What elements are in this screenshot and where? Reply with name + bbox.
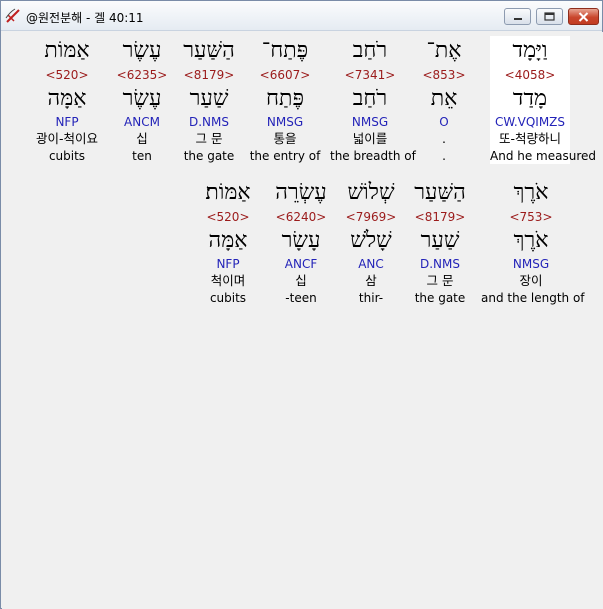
word-cell[interactable]: אַמּוֹת׃ <520> אַמָּה NFP 척이며 cubits xyxy=(188,178,268,306)
lemma-word: אֹרֶךְ xyxy=(513,228,549,253)
korean-gloss: 삼 xyxy=(365,273,377,288)
korean-gloss: 십 xyxy=(295,273,307,288)
title-bar[interactable]: @원전분해 - 겔 40:11 xyxy=(1,1,602,31)
lemma-word: אַמָּה xyxy=(208,228,248,253)
word-cell[interactable]: רֹחַב <7341> רֹחַב NMSG 넓이를 the breadth … xyxy=(330,36,416,164)
strong-number[interactable]: <7969> xyxy=(331,208,411,226)
close-icon xyxy=(578,11,589,22)
morph-code: ANCF xyxy=(284,257,318,271)
lemma-word: פֶּתַח xyxy=(266,86,304,111)
morph-code: ANC xyxy=(358,257,384,271)
korean-gloss: 통을 xyxy=(273,131,297,146)
lemma-word: אַמָּה xyxy=(47,86,87,111)
english-gloss: ten xyxy=(132,149,152,163)
app-window: @원전분해 - 겔 40:11 וַיָּמָד <4058> מָדַד CW… xyxy=(0,0,603,609)
hebrew-word: עֶשְׂרֵה xyxy=(275,180,327,205)
korean-gloss: 광이-척이요 xyxy=(35,131,98,146)
lemma-word: עֶשֶׂר xyxy=(122,86,162,111)
english-gloss: And he measured xyxy=(490,149,597,163)
app-icon xyxy=(5,8,21,24)
english-gloss: cubits xyxy=(209,291,247,305)
morph-code: O xyxy=(439,115,449,129)
english-gloss: the breadth of xyxy=(330,149,416,163)
hebrew-word: עֶשֶׂר xyxy=(122,38,162,63)
hebrew-word: וַיָּמָד xyxy=(512,38,548,63)
korean-gloss: 또-척량하니 xyxy=(498,131,561,146)
hebrew-word: אֶת־ xyxy=(426,38,462,63)
morph-code: NMSG xyxy=(512,257,550,271)
strong-number[interactable]: <6235> xyxy=(102,66,182,84)
word-cell[interactable]: הַשַּׁעַר <8179> שַׁעַר D.NMS 그 문 the ga… xyxy=(400,178,480,306)
lemma-word: שַׁעַר xyxy=(420,228,460,253)
word-cell[interactable]: וַיָּמָד <4058> מָדַד CW.VQIMZS 또-척량하니 A… xyxy=(490,36,597,164)
strong-number[interactable]: <6240> xyxy=(261,208,341,226)
lemma-word: שָׁלֹשׁ xyxy=(350,228,392,253)
hebrew-word: פֶּתַח־ xyxy=(261,38,309,63)
word-cell[interactable]: פֶּתַח־ <6607> פֶּתַח NMSG 통을 the entry … xyxy=(245,36,325,164)
morph-code: NFP xyxy=(216,257,240,271)
window-title: @원전분해 - 겔 40:11 xyxy=(26,11,144,25)
english-gloss: thir- xyxy=(358,291,384,305)
minimize-button[interactable] xyxy=(504,8,531,25)
english-gloss: cubits xyxy=(48,149,86,163)
morph-code: ANCM xyxy=(124,115,160,129)
word-cell[interactable]: עֶשֶׂר <6235> עֶשֶׂר ANCM 십 ten xyxy=(102,36,182,164)
morph-code: D.NMS xyxy=(419,257,460,271)
korean-gloss: 넓이를 xyxy=(352,131,388,146)
morph-code: CW.VQIMZS xyxy=(494,115,566,129)
word-cell[interactable]: שְׁלוֹשׁ <7969> שָׁלֹשׁ ANC 삼 thir- xyxy=(331,178,411,306)
maximize-icon xyxy=(544,12,555,21)
strong-number[interactable]: <520> xyxy=(188,208,268,226)
word-cell[interactable]: אֶת־ <853> אֵת O . . xyxy=(404,36,484,164)
english-gloss: and the length of xyxy=(481,291,585,305)
hebrew-word: הַשַּׁעַר xyxy=(414,180,466,205)
strong-number[interactable]: <753> xyxy=(481,208,581,226)
maximize-button[interactable] xyxy=(536,8,563,25)
hebrew-word: שְׁלוֹשׁ xyxy=(347,180,395,205)
morph-code: NMSG xyxy=(266,115,304,129)
english-gloss: the entry of xyxy=(249,149,321,163)
strong-number[interactable]: <520> xyxy=(27,66,107,84)
hebrew-word: רֹחַב xyxy=(352,38,388,63)
korean-gloss: 그 문 xyxy=(426,273,454,288)
close-button[interactable] xyxy=(568,8,599,25)
korean-gloss: 장이 xyxy=(519,273,543,288)
english-gloss: the gate xyxy=(414,291,466,305)
interlinear-panel: וַיָּמָד <4058> מָדַד CW.VQIMZS 또-척량하니 A… xyxy=(2,32,603,609)
english-gloss: -teen xyxy=(285,291,317,305)
word-cell[interactable]: עֶשְׂרֵה <6240> עָשָׂר ANCF 십 -teen xyxy=(261,178,341,306)
hebrew-word: אֹרֶךְ xyxy=(513,180,549,205)
korean-gloss: 척이며 xyxy=(210,273,246,288)
minimize-icon xyxy=(513,17,522,20)
lemma-word: מָדַד xyxy=(512,86,548,111)
english-gloss: . xyxy=(442,149,446,163)
lemma-word: אֵת xyxy=(430,86,458,111)
korean-gloss: . xyxy=(442,131,446,146)
strong-number[interactable]: <4058> xyxy=(490,66,570,84)
lemma-word: עָשָׂר xyxy=(281,228,321,253)
strong-number[interactable]: <6607> xyxy=(245,66,325,84)
hebrew-word: אַמּוֹת xyxy=(44,38,90,63)
lemma-word: רֹחַב xyxy=(352,86,388,111)
strong-number[interactable]: <8179> xyxy=(400,208,480,226)
word-cell[interactable]: אַמּוֹת <520> אַמָּה NFP 광이-척이요 cubits xyxy=(27,36,107,164)
morph-code: NFP xyxy=(55,115,79,129)
morph-code: NMSG xyxy=(351,115,389,129)
strong-number[interactable]: <7341> xyxy=(330,66,410,84)
korean-gloss: 십 xyxy=(136,131,148,146)
hebrew-word: אַמּוֹת׃ xyxy=(205,180,251,205)
word-cell[interactable]: אֹרֶךְ <753> אֹרֶךְ NMSG 장이 and the leng… xyxy=(481,178,585,306)
strong-number[interactable]: <853> xyxy=(404,66,484,84)
